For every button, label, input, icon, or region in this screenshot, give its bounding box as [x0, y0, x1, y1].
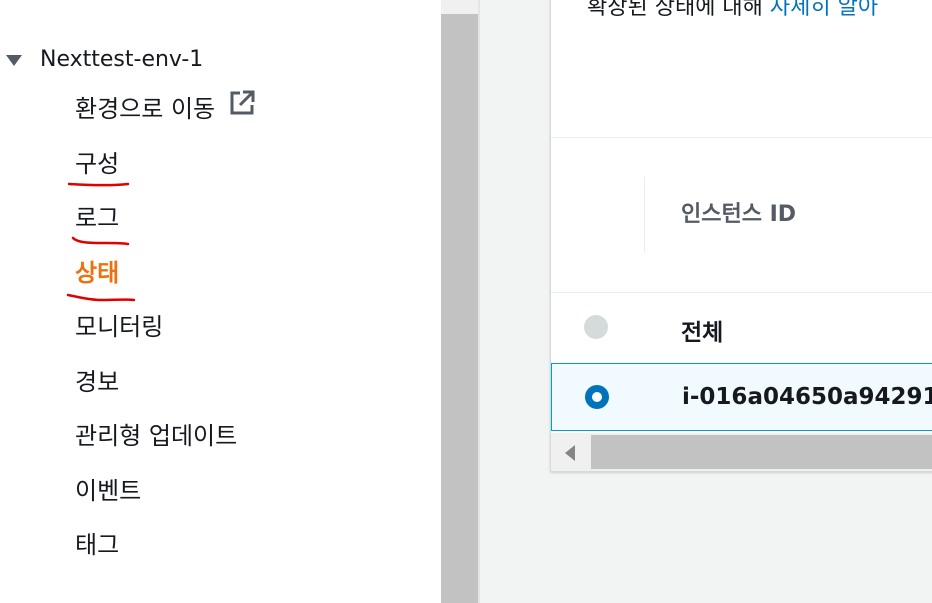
info-text: 확장된 상태에 대해 자세히 알아 — [587, 0, 878, 21]
sidebar-item-monitoring[interactable]: 모니터링 — [75, 309, 163, 345]
sidebar-item-label: 경보 — [75, 368, 120, 396]
column-header-instance-id[interactable]: 인스턴스 ID — [681, 196, 796, 228]
sidebar-item-tags[interactable]: 태그 — [75, 527, 119, 563]
main-content: 확장된 상태에 대해 자세히 알아 인스턴스 ID 전체 i-016a04650… — [480, 0, 932, 603]
sidebar-item-logs[interactable]: 로그 — [75, 200, 119, 236]
environment-toggle[interactable]: Nexttest-env-1 — [6, 44, 203, 74]
scroll-left-arrow-icon[interactable] — [565, 445, 575, 461]
sidebar-item-label: 환경으로 이동 — [75, 95, 216, 123]
radio-button[interactable] — [584, 315, 608, 339]
row-label: 전체 — [681, 320, 724, 346]
column-separator — [644, 177, 645, 253]
info-text-body: 확장된 상태에 대해 — [587, 0, 770, 20]
sidebar-item-label: 관리형 업데이트 — [75, 422, 238, 450]
scrollbar-track — [441, 0, 478, 14]
vertical-scrollbar[interactable] — [441, 0, 478, 603]
instances-panel: 확장된 상태에 대해 자세히 알아 인스턴스 ID 전체 i-016a04650… — [550, 0, 932, 472]
sidebar-item-label: 상태 — [75, 259, 120, 287]
annotation-underline-logs — [71, 236, 130, 246]
sidebar-item-health[interactable]: 상태 — [75, 255, 119, 291]
sidebar-item-events[interactable]: 이벤트 — [75, 473, 141, 509]
sidebar-item-label: 태그 — [75, 531, 120, 559]
table-row-instance[interactable]: i-016a04650a942919 — [551, 363, 932, 431]
sidebar-item-label: 이벤트 — [75, 477, 142, 505]
row-label: i-016a04650a942919 — [682, 384, 932, 410]
learn-more-link[interactable]: 자세히 알아 — [770, 0, 878, 20]
sidebar-item-configuration[interactable]: 구성 — [75, 146, 119, 182]
sidebar-item-go-to-environment[interactable]: 환경으로 이동 — [75, 90, 255, 127]
table-row-all[interactable]: 전체 — [551, 293, 932, 361]
sidebar-item-alarms[interactable]: 경보 — [75, 364, 119, 400]
scrollbar-thumb[interactable] — [591, 435, 932, 469]
sidebar-item-managed-updates[interactable]: 관리형 업데이트 — [75, 418, 237, 454]
sidebar-item-label: 로그 — [75, 204, 120, 232]
horizontal-scrollbar[interactable] — [551, 433, 932, 471]
page: Nexttest-env-1 환경으로 이동 구성 로그 상태 모니터링 경보 … — [0, 0, 932, 603]
sidebar: Nexttest-env-1 환경으로 이동 구성 로그 상태 모니터링 경보 … — [0, 0, 441, 603]
divider — [551, 137, 932, 138]
sidebar-item-label: 모니터링 — [75, 313, 164, 341]
caret-down-icon — [6, 54, 22, 66]
external-link-icon — [229, 90, 255, 126]
environment-name: Nexttest-env-1 — [40, 46, 204, 72]
radio-button-selected[interactable] — [585, 385, 609, 409]
sidebar-item-label: 구성 — [75, 150, 120, 178]
